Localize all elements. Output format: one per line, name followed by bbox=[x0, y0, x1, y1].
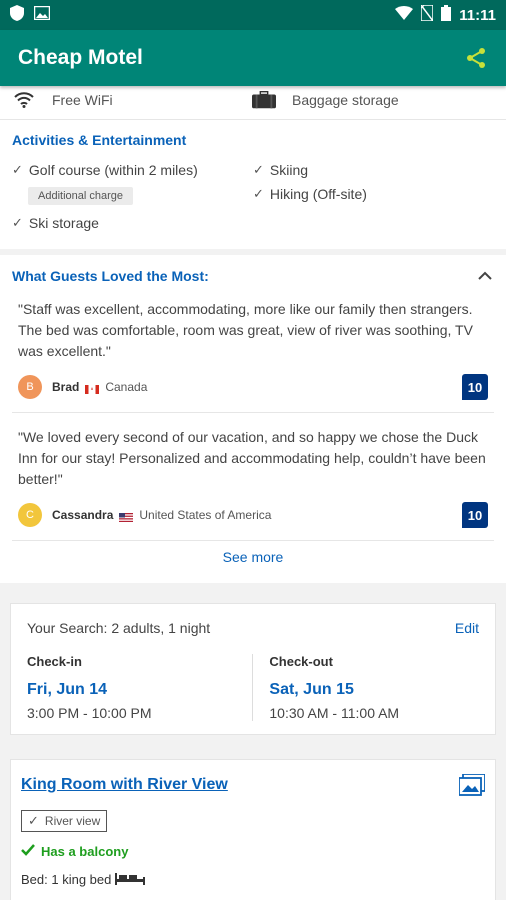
clock-time: 11:11 bbox=[459, 6, 496, 24]
review-text: "Staff was excellent, accommodating, mor… bbox=[18, 301, 473, 359]
room-card: King Room with River View ✓ River view H… bbox=[10, 759, 496, 900]
activity-item: ✓ Ski storage bbox=[12, 215, 99, 231]
avatar: B bbox=[18, 375, 42, 399]
reviewer-name: Cassandra bbox=[52, 508, 114, 522]
checkout-date: Sat, Jun 15 bbox=[269, 681, 354, 698]
checkout-label: Check-out bbox=[269, 654, 333, 669]
checkout-time: 10:30 AM - 11:00 AM bbox=[269, 705, 400, 721]
check-icon: ✓ bbox=[12, 162, 23, 177]
see-more-link[interactable]: See more bbox=[12, 541, 494, 571]
reviews-section: What Guests Loved the Most: "Staff was e… bbox=[0, 255, 506, 591]
shield-icon bbox=[10, 4, 24, 26]
bed-icon bbox=[115, 871, 146, 888]
chevron-up-icon[interactable] bbox=[476, 267, 494, 285]
canada-flag-icon bbox=[85, 383, 100, 394]
usa-flag-icon bbox=[119, 511, 134, 522]
amenities-row: Free WiFi Baggage storage bbox=[0, 86, 506, 120]
reviewer-name: Brad bbox=[52, 380, 80, 394]
activity-item: ✓ Skiing bbox=[253, 162, 309, 178]
checkin-column: Check-in Fri, Jun 14 3:00 PM - 10:00 PM bbox=[27, 654, 252, 721]
check-icon: ✓ bbox=[253, 186, 264, 201]
amenity-baggage: Baggage storage bbox=[252, 90, 492, 110]
activity-item: ✓ Hiking (Off-site) bbox=[253, 186, 367, 202]
review-item: "We loved every second of our vacation, … bbox=[12, 413, 494, 541]
river-view-chip: ✓ River view bbox=[21, 810, 108, 832]
app-bar: Cheap Motel bbox=[0, 30, 506, 86]
status-bar: 11:11 bbox=[0, 0, 506, 30]
amenity-wifi: Free WiFi bbox=[12, 90, 252, 110]
search-summary: Your Search: 2 adults, 1 night bbox=[27, 620, 211, 636]
review-item: "Staff was excellent, accommodating, mor… bbox=[12, 285, 494, 413]
share-icon[interactable] bbox=[464, 46, 488, 70]
reviewer-country: United States of America bbox=[139, 508, 272, 522]
activity-item: ✓ Golf course (within 2 miles) bbox=[12, 162, 198, 178]
activities-section: Activities & Entertainment ✓ Golf course… bbox=[0, 120, 506, 255]
scroll-content[interactable]: Free WiFi Baggage storage Activities & E… bbox=[0, 86, 506, 900]
image-icon bbox=[33, 5, 51, 25]
additional-charge-badge: Additional charge bbox=[28, 187, 134, 205]
check-icon: ✓ bbox=[12, 215, 23, 230]
reviewer-country: Canada bbox=[105, 380, 148, 394]
wifi-icon bbox=[12, 90, 36, 110]
review-text: "We loved every second of our vacation, … bbox=[18, 429, 486, 487]
checkin-label: Check-in bbox=[27, 654, 82, 669]
wifi-signal-icon bbox=[395, 6, 414, 24]
checkin-time: 3:00 PM - 10:00 PM bbox=[27, 705, 152, 721]
check-icon: ✓ bbox=[28, 813, 39, 828]
page-title: Cheap Motel bbox=[18, 46, 143, 69]
avatar: C bbox=[18, 503, 42, 527]
no-sim-icon bbox=[420, 4, 435, 25]
review-score-badge: 10 bbox=[462, 374, 488, 400]
check-icon bbox=[21, 844, 35, 859]
edit-search-link[interactable]: Edit bbox=[455, 620, 479, 636]
reviews-title: What Guests Loved the Most: bbox=[12, 268, 209, 284]
checkin-date: Fri, Jun 14 bbox=[27, 681, 108, 698]
gallery-icon[interactable] bbox=[458, 773, 486, 796]
activities-title: Activities & Entertainment bbox=[12, 132, 187, 148]
check-icon: ✓ bbox=[253, 162, 264, 177]
luggage-icon bbox=[252, 90, 276, 110]
balcony-feature: Has a balcony bbox=[21, 844, 485, 859]
bed-info: Bed: 1 king bed bbox=[21, 871, 485, 888]
checkout-column: Check-out Sat, Jun 15 10:30 AM - 11:00 A… bbox=[252, 654, 479, 721]
battery-icon bbox=[441, 5, 452, 25]
room-title-link[interactable]: King Room with River View bbox=[21, 776, 228, 794]
review-score-badge: 10 bbox=[462, 502, 488, 528]
search-summary-card: Your Search: 2 adults, 1 night Edit Chec… bbox=[10, 603, 496, 735]
